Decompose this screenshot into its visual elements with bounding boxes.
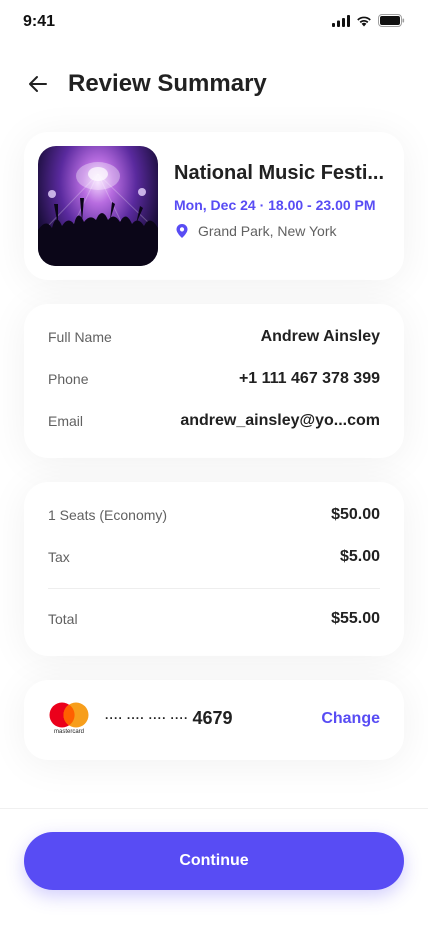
event-location: Grand Park, New York — [174, 223, 390, 239]
event-card[interactable]: National Music Festi... Mon, Dec 24 · 18… — [24, 132, 404, 280]
status-time: 9:41 — [23, 13, 56, 30]
page-title: Review Summary — [68, 70, 267, 97]
full-name-row: Full Name Andrew Ainsley — [48, 328, 380, 346]
full-name-value: Andrew Ainsley — [260, 328, 380, 345]
footer-divider — [0, 808, 428, 809]
phone-value: +1 111 467 378 399 — [238, 370, 380, 387]
divider — [48, 588, 380, 589]
card-number: ···· ···· ···· ···· 4679 — [105, 708, 233, 729]
back-button[interactable] — [24, 70, 52, 98]
cellular-signal-icon — [332, 14, 350, 27]
tax-label: Tax — [48, 549, 70, 565]
mastercard-logo: mastercard — [48, 702, 90, 738]
event-date: Mon, Dec 24 · 18.00 - 23.00 PM — [174, 197, 376, 213]
email-row: Email andrew_ainsley@yo...com — [48, 412, 380, 430]
mastercard-icon — [49, 702, 89, 728]
email-value: andrew_ainsley@yo...com — [180, 412, 380, 429]
event-info: National Music Festi... Mon, Dec 24 · 18… — [174, 162, 390, 239]
location-pin-icon — [176, 224, 188, 238]
total-value: $55.00 — [331, 610, 380, 627]
full-name-label: Full Name — [48, 329, 112, 345]
seats-label: 1 Seats (Economy) — [48, 507, 168, 523]
tax-row: Tax $5.00 — [48, 548, 380, 566]
card-last-four: 4679 — [192, 708, 233, 728]
battery-icon — [378, 14, 405, 27]
wifi-icon — [357, 16, 371, 26]
contact-details-card: Full Name Andrew Ainsley Phone +1 111 46… — [24, 304, 404, 458]
card-number-mask: ···· ···· ···· ···· — [105, 711, 189, 725]
tax-value: $5.00 — [339, 548, 380, 565]
change-payment-link[interactable]: Change — [321, 710, 380, 728]
event-location-text: Grand Park, New York — [198, 223, 337, 239]
payment-method-card: mastercard ···· ···· ···· ···· 4679 Chang… — [24, 680, 404, 760]
mastercard-wordmark: mastercard — [53, 729, 84, 735]
total-row: Total $55.00 — [48, 610, 380, 628]
email-label: Email — [48, 413, 84, 429]
total-label: Total — [48, 611, 78, 627]
status-icons — [332, 14, 405, 27]
continue-button[interactable]: Continue — [24, 832, 404, 890]
event-image — [38, 146, 158, 266]
seats-value: $50.00 — [331, 506, 380, 523]
event-title: National Music Festi... — [174, 162, 385, 184]
status-bar: 9:41 — [0, 0, 428, 44]
header: Review Summary — [24, 66, 404, 102]
arrow-left-icon — [29, 76, 47, 92]
seats-row: 1 Seats (Economy) $50.00 — [48, 506, 380, 524]
price-summary-card: 1 Seats (Economy) $50.00 Tax $5.00 Total… — [24, 482, 404, 656]
phone-label: Phone — [48, 371, 89, 387]
phone-row: Phone +1 111 467 378 399 — [48, 370, 380, 388]
